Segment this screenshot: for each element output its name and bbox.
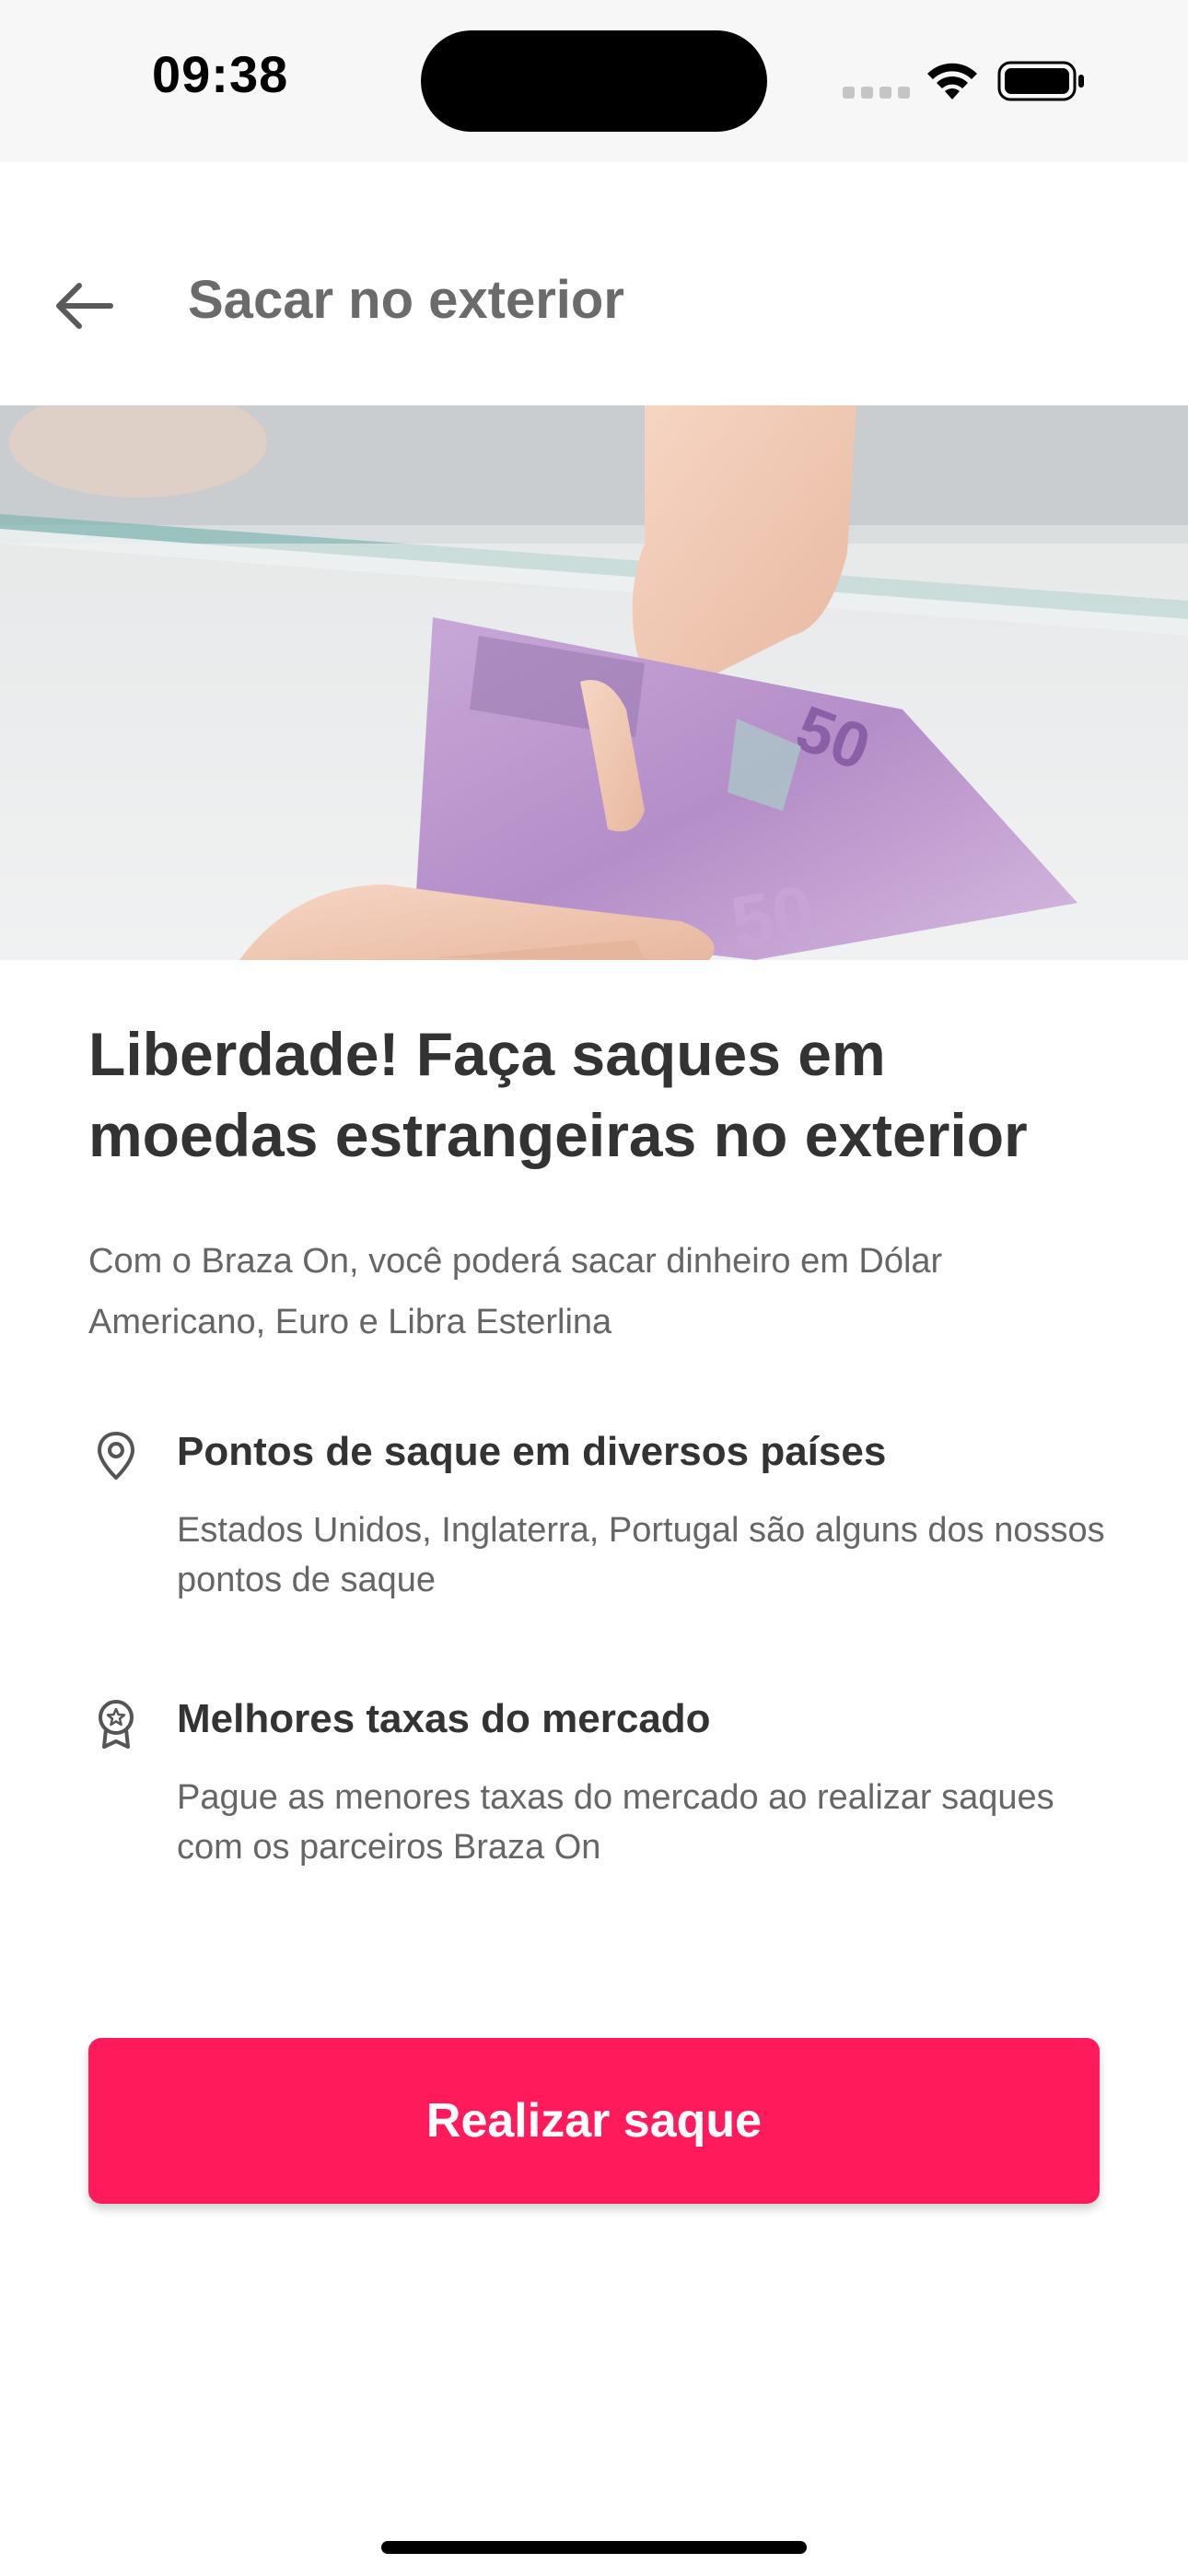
battery-icon <box>997 61 1084 101</box>
status-time: 09:38 <box>152 45 289 103</box>
note-value-small: 50 <box>725 870 820 960</box>
arrow-left-icon <box>56 283 113 329</box>
map-pin-icon <box>98 1432 134 1480</box>
dynamic-island <box>421 30 767 132</box>
screen: 09:38 Sacar no exterior 50 50 Liberdade!… <box>0 0 1188 2576</box>
feature-title: Melhores taxas do mercado <box>177 1696 711 1741</box>
feature-text: Pague as menores taxas do mercado ao rea… <box>177 1778 1054 1867</box>
feature-text: Estados Unidos, Inglaterra, Portugal são… <box>177 1511 1105 1599</box>
withdraw-button[interactable]: Realizar saque <box>88 2038 1100 2204</box>
status-bar: 09:38 <box>0 0 1188 162</box>
money-exchange-illustration: 50 50 <box>0 405 1188 960</box>
app-header: Sacar no exterior <box>0 162 1188 405</box>
hero-image: 50 50 <box>0 405 1188 960</box>
headline: Liberdade! Faça saques em moedas estrang… <box>88 1020 1028 1169</box>
home-indicator[interactable] <box>381 2541 807 2554</box>
wifi-icon <box>927 63 977 100</box>
back-button[interactable] <box>37 260 129 352</box>
feature-item-withdrawal-points: Pontos de saque em diversos países Estad… <box>88 1426 1111 1605</box>
award-badge-icon <box>99 1700 134 1749</box>
description: Com o Braza On, você poderá sacar dinhei… <box>88 1242 943 1341</box>
feature-title: Pontos de saque em diversos países <box>177 1429 887 1474</box>
cellular-signal-icon <box>843 87 910 99</box>
feature-item-best-rates: Melhores taxas do mercado Pague as menor… <box>88 1693 1111 1872</box>
content: Liberdade! Faça saques em moedas estrang… <box>88 1013 1111 1872</box>
page-title: Sacar no exterior <box>188 270 624 330</box>
